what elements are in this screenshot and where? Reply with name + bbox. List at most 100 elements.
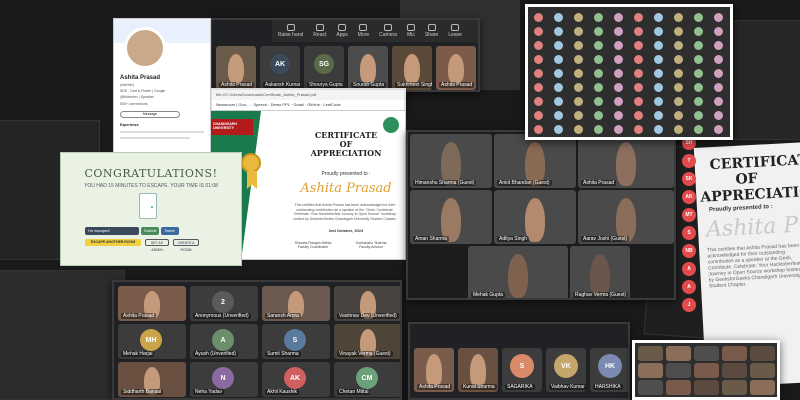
participant-name: Vaishnav Dev (Unverified) [337,313,399,319]
toolbar-item[interactable]: Leave [448,24,462,38]
video-tile[interactable]: Sukhmeet Singh [392,46,432,90]
profile-headline-2: @flutterdev | Speaker [120,95,154,99]
participant-name: Chetan Mittal [337,389,371,395]
participant-name: Raghav Verma (Guest) [573,292,629,298]
video-tile[interactable]: S Sumit Sharma [262,324,330,359]
participant-initials-avatar[interactable]: NB [682,244,696,258]
participant-dot [574,83,583,92]
video-tile[interactable]: Mehak Gupta [468,246,568,298]
video-tile[interactable]: AK Akhil Kaushik [262,362,330,397]
participant-dot [594,27,603,36]
video-tile[interactable]: Vaishnav Dev (Unverified) [334,286,400,321]
tweet-button[interactable]: Tweet [161,227,179,235]
video-tile[interactable]: MH Mehak Harjai [118,324,186,359]
video-tile[interactable]: Ashita Prasad [216,46,256,90]
video-tile[interactable]: VK Vaibhav Kumar [546,348,586,392]
escape-input[interactable]: I'm escaped [85,227,139,235]
participant-initials-avatar[interactable]: SK [682,172,696,186]
toolbar-icon [315,24,324,31]
participant-dot [574,55,583,64]
escape-another-button[interactable]: ESCAPE ANOTHER ROOM [85,239,141,246]
participant-dot [574,27,583,36]
video-tile[interactable]: Ashita Prasad [414,348,454,392]
participant-initials-avatar[interactable]: A [682,280,696,294]
video-tile[interactable]: Aarav Joshi (Guest) [578,190,674,244]
meeting-window-strip: Ashita Prasad Kunal Sharma S SAGARIKA VK Vaib… [408,322,630,400]
video-tile[interactable]: Ankit Bhandari (Guest) [494,134,576,188]
participant-initials-avatar[interactable]: A [682,262,696,276]
video-tile[interactable]: Siddharth Bansal [118,362,186,397]
medal-icon [241,153,261,173]
participant-initials-avatar[interactable]: T [682,154,696,168]
video-tile[interactable]: HK HARSHIKA [590,348,628,392]
participant-video [448,54,464,84]
participant-avatar: S [284,329,306,351]
video-tile[interactable]: 2 Anonymous (Unverified) [190,286,258,321]
video-tile[interactable]: Aditya Singh [494,190,576,244]
video-tile[interactable]: AK Aakansh Kumar [260,46,300,90]
video-tile [694,346,719,361]
faded-cert-body: This certifies that Ashita Prasad has be… [707,242,800,290]
participant-avatar: N [212,367,234,389]
participant-dot [694,55,703,64]
toolbar-item-label: Leave [448,32,462,38]
participant-strip: SH T SK AK MT S NB A A J [682,136,698,331]
participant-initials-avatar[interactable]: S [682,226,696,240]
participant-initials-avatar[interactable]: J [682,298,696,312]
video-tile [722,363,747,378]
video-tile[interactable]: Raghav Verma (Guest) [570,246,630,298]
video-tile[interactable]: Himanshu Sharma (Guest) [410,134,492,188]
toolbar-item[interactable]: Camera [379,24,397,38]
video-tile [638,346,663,361]
video-tile[interactable]: Aman Sharma [410,190,492,244]
video-tile[interactable]: Saransh Arora [262,286,330,321]
participant-dot [674,69,683,78]
video-tile[interactable]: Sourab Gupta [348,46,388,90]
video-tile[interactable]: Kunal Sharma [458,348,498,392]
toolbar-item[interactable]: React [313,24,326,38]
submit-button[interactable]: Submit [141,227,159,235]
create-room-button[interactable]: CREATE A ROOM [173,239,199,252]
participant-dot [554,83,563,92]
video-tile[interactable]: CM Chetan Mittal [334,362,400,397]
toolbar-icon [286,24,295,31]
video-tile[interactable]: S SAGARIKA [502,348,542,392]
participant-dot [594,125,603,134]
meeting-window-right: Himanshu Sharma (Guest) Ankit Bhandari (G… [406,130,676,300]
participant-dot [634,111,643,120]
toolbar-item[interactable]: More [358,24,369,38]
faded-cert-title-3: APPRECIATION [699,183,800,206]
address-bar[interactable]: file:///C:/Users/Downloads/Certificate_A… [212,90,404,100]
toolbar-item[interactable]: Share [425,24,438,38]
toolbar-item-label: Apps [336,32,348,38]
video-tile[interactable]: A Ayush (Unverified) [190,324,258,359]
participant-dot [534,111,543,120]
participant-initials-avatar[interactable]: MT [682,208,696,222]
video-tile[interactable]: N Neha Yadav [190,362,258,397]
participant-dot [694,83,703,92]
participant-dot [654,69,663,78]
video-tile [694,380,719,395]
message-button[interactable]: Message [120,111,180,118]
participant-dot [694,27,703,36]
video-tile [666,363,691,378]
video-tile[interactable]: Vinayak Verma (Guest) [334,324,400,359]
video-tile[interactable]: SG Shourya Gupta [304,46,344,90]
toolbar-item[interactable]: Raise hand [278,24,303,38]
participant-name: Vinayak Verma (Guest) [337,351,393,357]
door-icon [139,193,157,219]
participant-dot [714,13,723,22]
participant-initials-avatar[interactable]: AK [682,190,696,204]
participant-dot [594,69,603,78]
video-tile[interactable]: Ashita Prasad [578,134,674,188]
toolbar-item[interactable]: Mic [406,24,415,38]
participant-dot [654,13,663,22]
video-tile[interactable]: Ashita Prasad [436,46,476,90]
toolbar-item-label: Mic [407,32,415,38]
participant-name: Aman Sharma [413,236,449,242]
video-tile[interactable]: Ashita Prasad [118,286,186,321]
set-admin-button[interactable]: SET AS ADMIN [145,239,169,252]
toolbar-item[interactable]: Apps [336,24,348,38]
participant-name: Ashita Prasad [417,384,453,390]
participant-avatar: S [510,354,534,378]
